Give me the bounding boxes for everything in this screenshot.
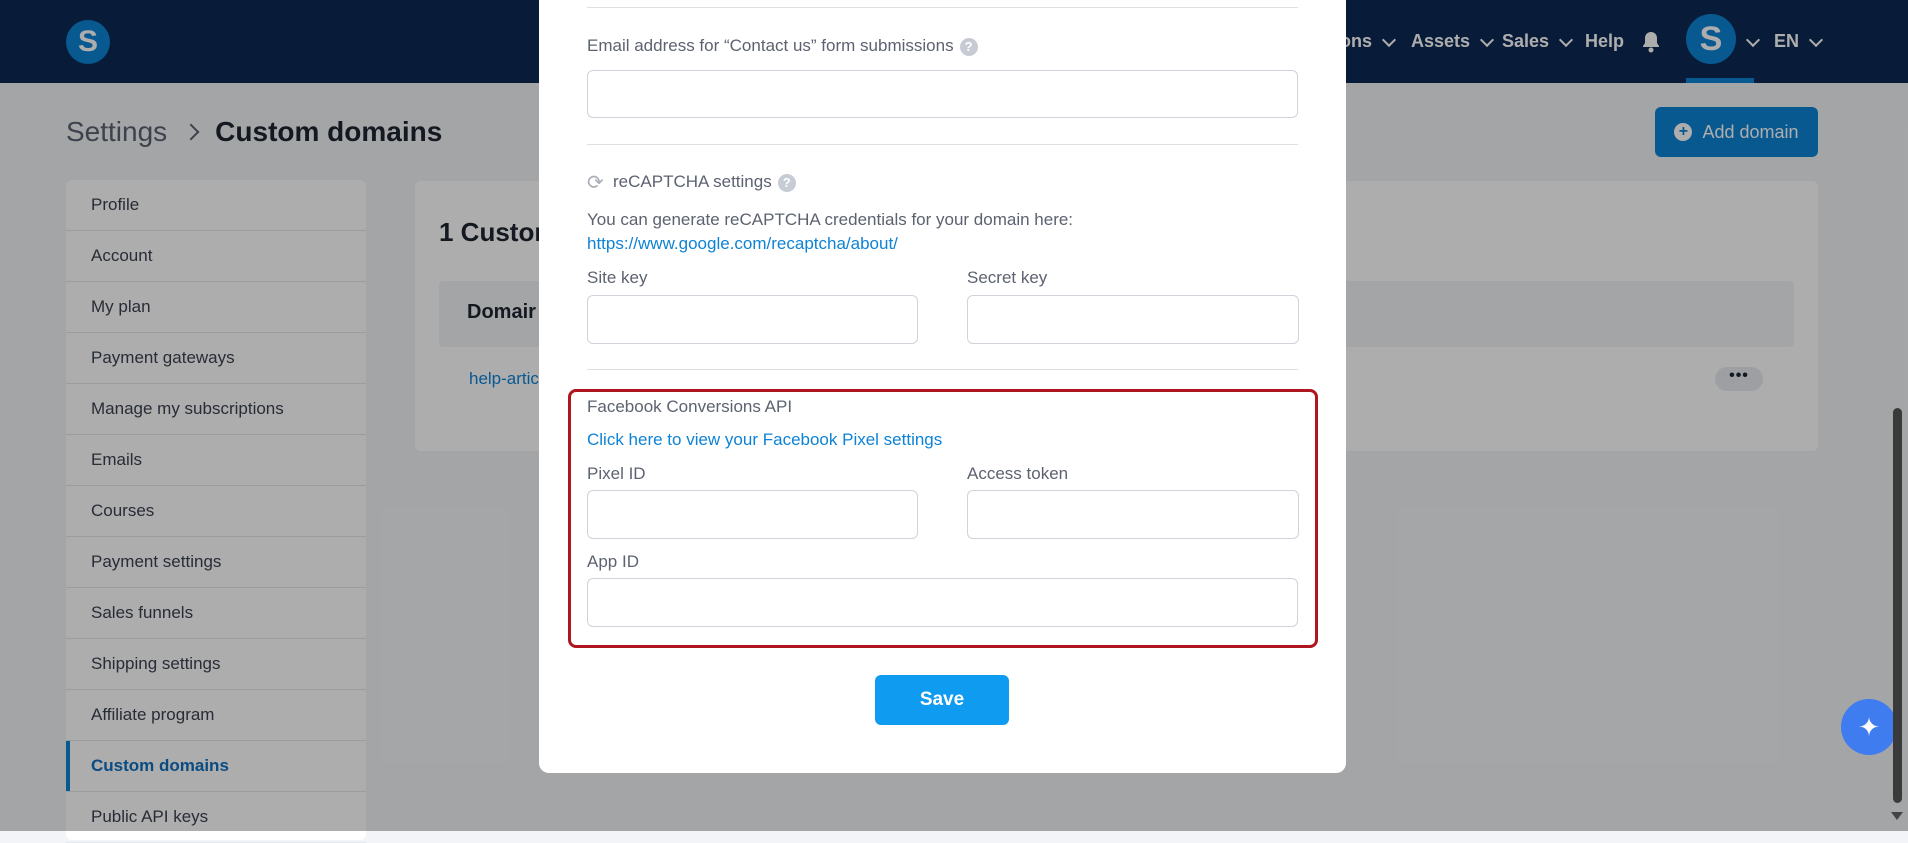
recaptcha-link[interactable]: https://www.google.com/recaptcha/about/ [587,234,898,254]
facebook-pixel-link[interactable]: Click here to view your Facebook Pixel s… [587,430,942,450]
contact-email-field[interactable] [587,70,1298,118]
save-button[interactable]: Save [875,675,1009,725]
scrollbar-thumb[interactable] [1893,408,1902,803]
recaptcha-help-text: You can generate reCAPTCHA credentials f… [587,210,1074,229]
access-token-field[interactable] [967,490,1299,539]
app-id-label: App ID [587,552,639,571]
help-icon[interactable]: ? [777,173,796,192]
site-key-label: Site key [587,268,648,287]
recaptcha-title: reCAPTCHA settings [613,172,772,191]
recaptcha-title-row: ⟳ reCAPTCHA settings? [587,171,796,194]
pixel-id-field[interactable] [587,490,918,539]
facebook-title: Facebook Conversions API [587,397,793,416]
secret-key-label: Secret key [967,268,1048,287]
domain-settings-modal: Email address for “Contact us” form subm… [539,0,1346,773]
pixel-id-label: Pixel ID [587,464,646,483]
divider [587,369,1298,370]
access-token-label: Access token [967,464,1069,483]
divider [587,144,1298,145]
divider [587,7,1298,8]
app-id-field[interactable] [587,578,1298,627]
recaptcha-icon: ⟳ [587,171,604,194]
site-key-field[interactable] [587,295,918,344]
help-icon[interactable]: ? [959,37,978,56]
secret-key-field[interactable] [967,295,1299,344]
contact-email-label: Email address for “Contact us” form subm… [587,36,954,55]
contact-email-label-row: Email address for “Contact us” form subm… [587,36,978,56]
scroll-down-arrow-icon[interactable] [1891,812,1903,820]
